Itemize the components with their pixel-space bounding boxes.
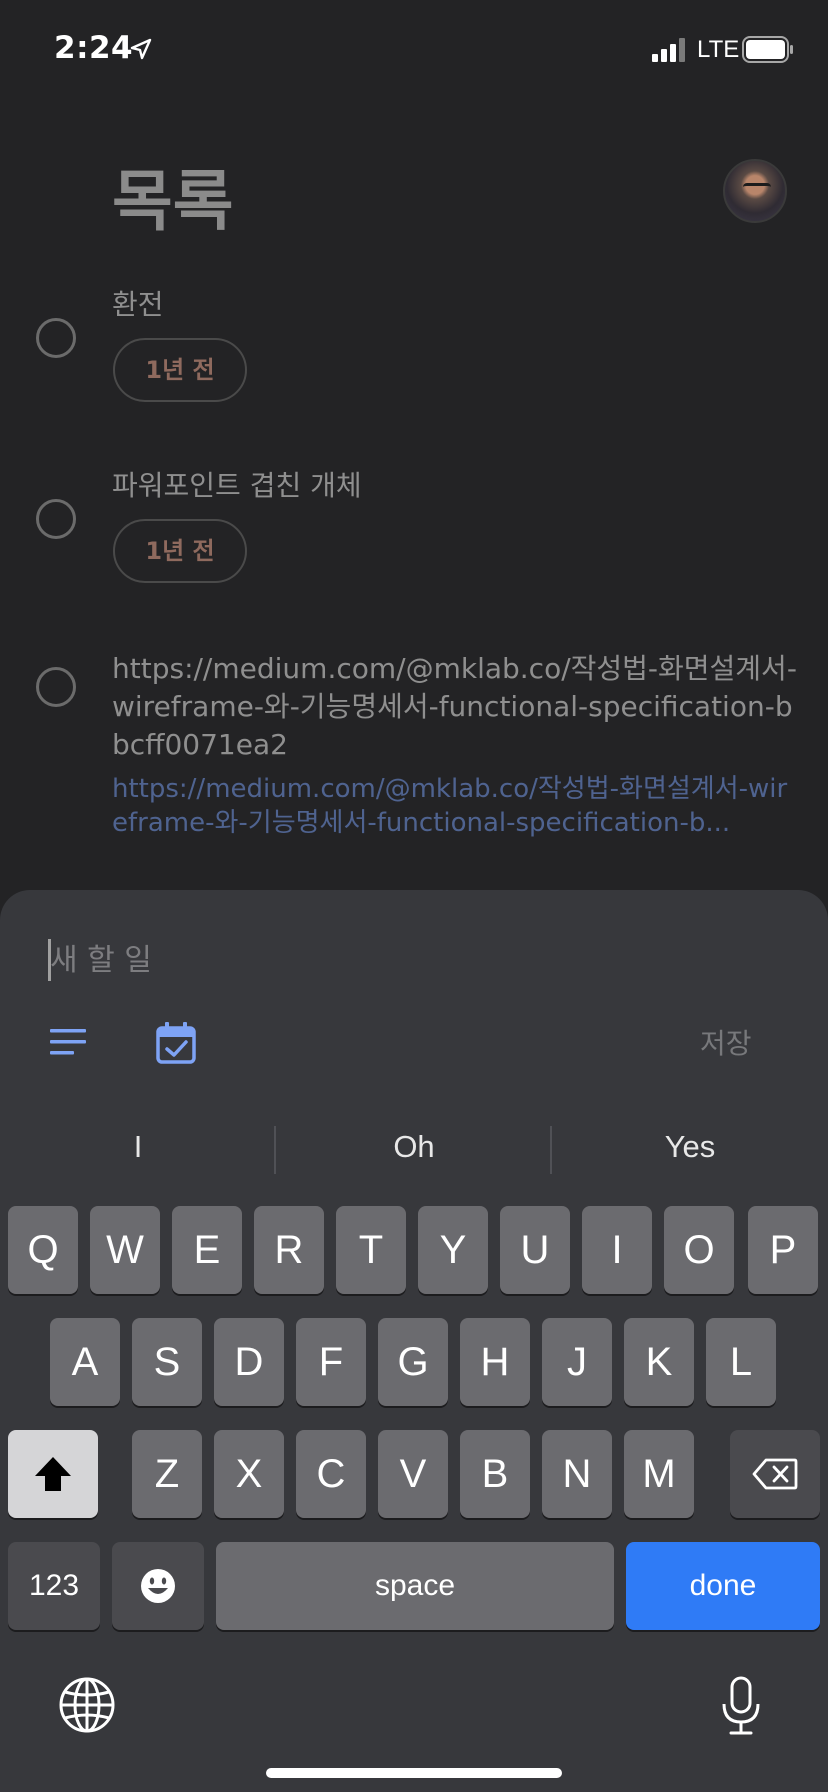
- backspace-key[interactable]: [730, 1430, 820, 1518]
- backspace-icon: [752, 1458, 798, 1490]
- key-a[interactable]: A: [50, 1318, 120, 1406]
- shift-arrow-icon: [35, 1457, 71, 1491]
- key-x[interactable]: X: [214, 1430, 284, 1518]
- microphone-icon[interactable]: [720, 1676, 762, 1736]
- task-title[interactable]: 파워포인트 겹친 개체: [112, 467, 362, 505]
- task-checkbox[interactable]: [36, 318, 76, 358]
- key-l[interactable]: L: [706, 1318, 776, 1406]
- key-s[interactable]: S: [132, 1318, 202, 1406]
- keyboard: I Oh Yes Q W E R T Y U I O P A S D F G H…: [0, 1106, 828, 1792]
- new-task-input[interactable]: [48, 934, 648, 986]
- suggestion-item[interactable]: Yes: [552, 1120, 828, 1174]
- key-i[interactable]: I: [582, 1206, 652, 1294]
- suggestion-bar: I Oh Yes: [0, 1106, 828, 1192]
- numbers-key[interactable]: 123: [8, 1542, 100, 1630]
- key-k[interactable]: K: [624, 1318, 694, 1406]
- key-w[interactable]: W: [90, 1206, 160, 1294]
- key-u[interactable]: U: [500, 1206, 570, 1294]
- date-chip[interactable]: 1년 전: [113, 338, 247, 402]
- key-g[interactable]: G: [378, 1318, 448, 1406]
- key-h[interactable]: H: [460, 1318, 530, 1406]
- key-e[interactable]: E: [172, 1206, 242, 1294]
- task-title[interactable]: https://medium.com/@mklab.co/작성법-화면설계서-w…: [112, 650, 802, 764]
- key-o[interactable]: O: [664, 1206, 734, 1294]
- key-b[interactable]: B: [460, 1430, 530, 1518]
- emoji-key[interactable]: [112, 1542, 204, 1630]
- key-m[interactable]: M: [624, 1430, 694, 1518]
- home-indicator[interactable]: [266, 1768, 562, 1778]
- avatar[interactable]: [723, 159, 787, 223]
- key-c[interactable]: C: [296, 1430, 366, 1518]
- page-title: 목록: [112, 163, 234, 240]
- key-r[interactable]: R: [254, 1206, 324, 1294]
- task-checkbox[interactable]: [36, 667, 76, 707]
- done-key[interactable]: done: [626, 1542, 820, 1630]
- shift-key[interactable]: [8, 1430, 98, 1518]
- task-checkbox[interactable]: [36, 499, 76, 539]
- date-chip[interactable]: 1년 전: [113, 519, 247, 583]
- key-j[interactable]: J: [542, 1318, 612, 1406]
- globe-icon[interactable]: [58, 1676, 116, 1734]
- task-title[interactable]: 환전: [112, 286, 164, 324]
- save-button[interactable]: 저장: [700, 1022, 752, 1062]
- text-cursor: [48, 939, 51, 981]
- task-link[interactable]: https://medium.com/@mklab.co/작성법-화면설계서-w…: [112, 772, 792, 840]
- calendar-icon[interactable]: [156, 1022, 196, 1064]
- key-f[interactable]: F: [296, 1318, 366, 1406]
- key-t[interactable]: T: [336, 1206, 406, 1294]
- task-list: 목록 환전 1년 전 파워포인트 겹친 개체 1년 전 https://medi…: [0, 0, 828, 900]
- space-key[interactable]: space: [216, 1542, 614, 1630]
- key-v[interactable]: V: [378, 1430, 448, 1518]
- key-n[interactable]: N: [542, 1430, 612, 1518]
- key-z[interactable]: Z: [132, 1430, 202, 1518]
- suggestion-item[interactable]: I: [0, 1120, 276, 1174]
- suggestion-item[interactable]: Oh: [276, 1120, 552, 1174]
- emoji-icon: [141, 1569, 175, 1603]
- key-p[interactable]: P: [748, 1206, 818, 1294]
- key-y[interactable]: Y: [418, 1206, 488, 1294]
- details-icon[interactable]: [48, 1027, 88, 1057]
- key-d[interactable]: D: [214, 1318, 284, 1406]
- key-q[interactable]: Q: [8, 1206, 78, 1294]
